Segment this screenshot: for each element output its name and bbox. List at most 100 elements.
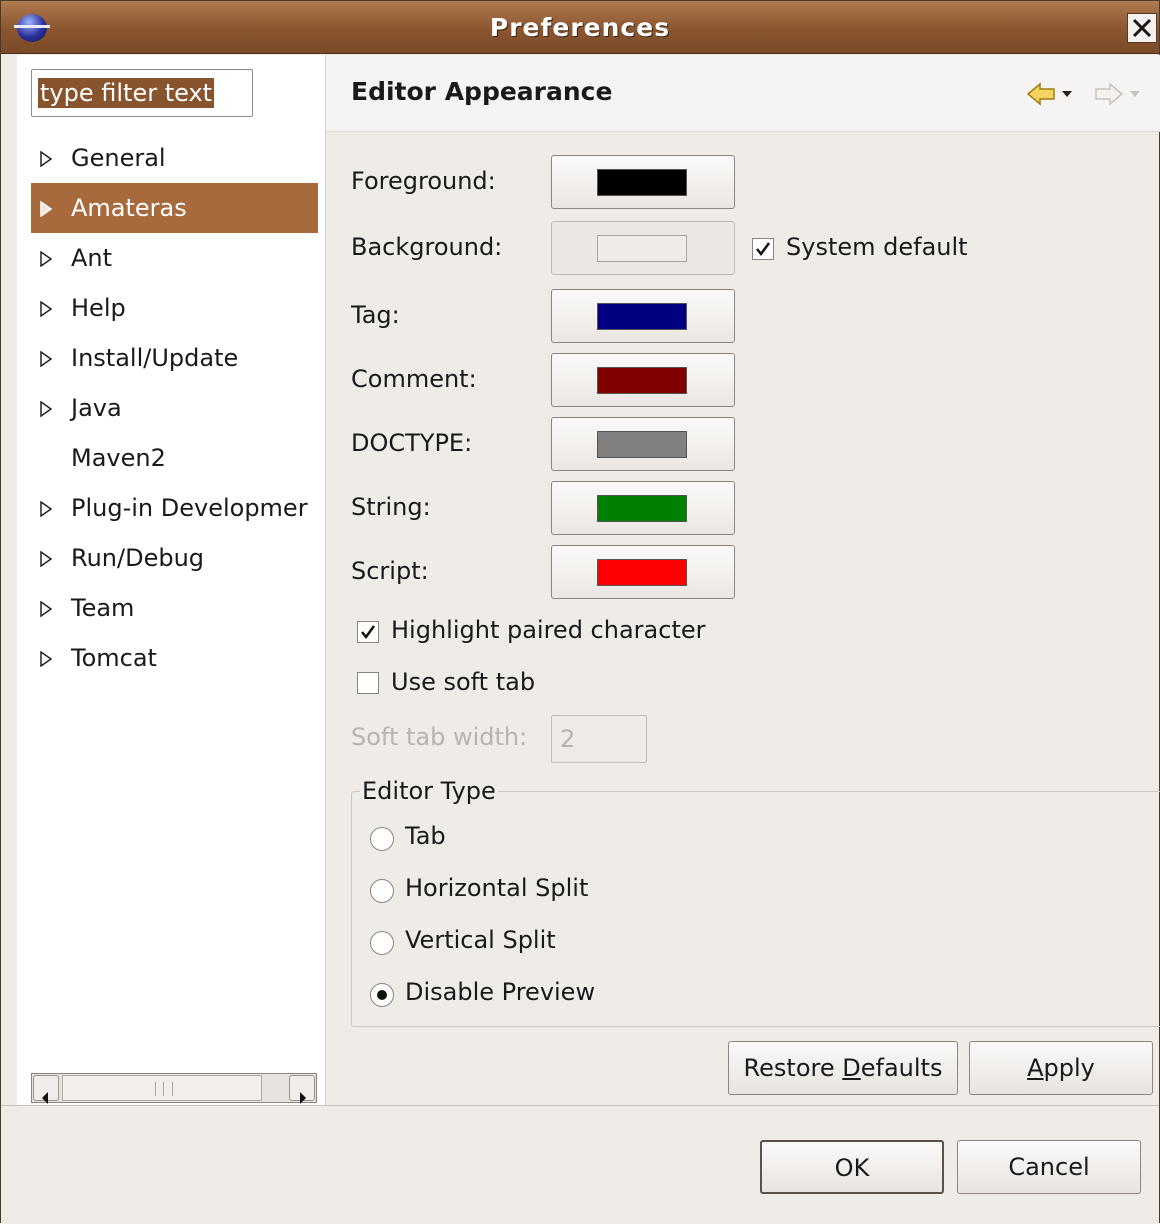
tree-item[interactable]: General	[31, 133, 318, 183]
use-soft-tab-label: Use soft tab	[391, 668, 536, 696]
tree-item[interactable]: Help	[31, 283, 318, 333]
expand-arrow-icon[interactable]	[39, 301, 53, 317]
expand-arrow-icon[interactable]	[39, 651, 53, 667]
preference-tree: General Amateras Ant Help Install/Update Java…	[31, 133, 318, 683]
color-picker-button[interactable]	[551, 221, 735, 275]
back-arrow-icon	[1026, 82, 1072, 106]
scroll-left-button[interactable]	[33, 1075, 59, 1104]
tree-item-label: Help	[71, 294, 126, 322]
close-icon	[1132, 18, 1152, 38]
tree-item-label: Plug-in Developmer	[71, 494, 308, 522]
cancel-button[interactable]: Cancel	[957, 1140, 1141, 1194]
page-title: Editor Appearance	[351, 77, 613, 106]
color-setting-row: String:	[351, 481, 1151, 535]
tree-item[interactable]: Maven2	[31, 433, 318, 483]
color-swatch	[597, 431, 687, 458]
tree-item[interactable]: Run/Debug	[31, 533, 318, 583]
editor-type-radio[interactable]	[370, 827, 394, 851]
highlight-paired-label: Highlight paired character	[391, 616, 706, 644]
page-header: Editor Appearance	[326, 55, 1160, 132]
preferences-window: Preferences type filter text General Amat…	[0, 0, 1160, 1224]
color-setting-row: Foreground:	[351, 155, 1151, 209]
use-soft-tab-checkbox[interactable]	[357, 672, 379, 694]
scroll-right-button[interactable]	[289, 1075, 315, 1104]
tree-item[interactable]: Ant	[31, 233, 318, 283]
ok-button[interactable]: OK	[760, 1140, 944, 1194]
tree-item[interactable]: Plug-in Developmer	[31, 483, 318, 533]
expand-arrow-icon[interactable]	[39, 551, 53, 567]
tree-item-label: Ant	[71, 244, 113, 272]
expand-arrow-icon[interactable]	[39, 501, 53, 517]
tree-item-label: Amateras	[71, 194, 187, 222]
window-title: Preferences	[489, 13, 671, 42]
expand-arrow-icon[interactable]	[39, 201, 53, 217]
color-label: Comment:	[351, 365, 477, 393]
color-picker-button[interactable]	[551, 155, 735, 209]
close-button[interactable]	[1127, 13, 1157, 43]
tree-item[interactable]: Team	[31, 583, 318, 633]
horizontal-scrollbar[interactable]	[31, 1073, 317, 1104]
tree-item[interactable]: Java	[31, 383, 318, 433]
expand-arrow-icon[interactable]	[39, 401, 53, 417]
color-label: Background:	[351, 233, 503, 261]
system-default-checkbox[interactable]	[752, 238, 774, 260]
tree-item[interactable]: Tomcat	[31, 633, 318, 683]
filter-text: type filter text	[38, 78, 215, 108]
color-setting-row: Comment:	[351, 353, 1151, 407]
color-setting-row: Background:	[351, 221, 1151, 275]
forward-button[interactable]	[1094, 81, 1148, 113]
color-label: String:	[351, 493, 431, 521]
back-button[interactable]	[1026, 81, 1080, 113]
color-label: DOCTYPE:	[351, 429, 473, 457]
color-setting-row: Tag:	[351, 289, 1151, 343]
expand-arrow-icon[interactable]	[39, 351, 53, 367]
restore-defaults-button[interactable]: Restore Defaults	[728, 1041, 958, 1095]
color-picker-button[interactable]	[551, 481, 735, 535]
forward-arrow-icon	[1095, 82, 1140, 106]
highlight-paired-checkbox[interactable]	[357, 621, 379, 643]
scrollbar-thumb[interactable]	[62, 1075, 262, 1101]
color-swatch	[597, 169, 687, 196]
color-setting-row: Script:	[351, 545, 1151, 599]
color-label: Tag:	[351, 301, 400, 329]
expand-arrow-icon[interactable]	[39, 601, 53, 617]
dialog-button-bar: OK Cancel	[1, 1105, 1159, 1224]
color-picker-button[interactable]	[551, 545, 735, 599]
expand-arrow-icon[interactable]	[39, 251, 53, 267]
editor-type-radio[interactable]	[370, 983, 394, 1007]
editor-type-radio[interactable]	[370, 879, 394, 903]
editor-type-option-label: Vertical Split	[405, 926, 556, 954]
system-default-label: System default	[786, 233, 968, 261]
tree-item-label: General	[71, 144, 166, 172]
checkmark-icon	[756, 242, 771, 257]
editor-type-option-label: Tab	[405, 822, 446, 850]
tree-item-label: Install/Update	[71, 344, 239, 372]
tree-item-label: Run/Debug	[71, 544, 205, 572]
color-swatch	[597, 303, 687, 330]
tree-item[interactable]: Install/Update	[31, 333, 318, 383]
soft-tab-width-input[interactable]: 2	[551, 715, 647, 763]
color-swatch	[597, 495, 687, 522]
grip-icon	[155, 1082, 173, 1096]
apply-button[interactable]: Apply	[969, 1041, 1153, 1095]
editor-type-option-label: Disable Preview	[405, 978, 596, 1006]
filter-input[interactable]: type filter text	[31, 69, 253, 117]
tree-item[interactable]: Amateras	[31, 183, 318, 233]
color-label: Script:	[351, 557, 429, 585]
title-bar[interactable]: Preferences	[1, 1, 1159, 54]
expand-arrow-icon[interactable]	[39, 151, 53, 167]
color-swatch	[597, 235, 687, 262]
color-swatch	[597, 559, 687, 586]
color-picker-button[interactable]	[551, 353, 735, 407]
tree-item-label: Java	[71, 394, 122, 422]
color-picker-button[interactable]	[551, 417, 735, 471]
preference-tree-panel: type filter text General Amateras Ant Help I…	[17, 55, 326, 1105]
soft-tab-width-label: Soft tab width:	[351, 723, 528, 751]
tree-item-label: Tomcat	[71, 644, 157, 672]
editor-type-radio[interactable]	[370, 931, 394, 955]
editor-type-legend: Editor Type	[360, 777, 498, 805]
color-picker-button[interactable]	[551, 289, 735, 343]
preference-page: Editor Appearance Foreground: Background:…	[326, 55, 1160, 1105]
color-label: Foreground:	[351, 167, 496, 195]
color-swatch	[597, 367, 687, 394]
